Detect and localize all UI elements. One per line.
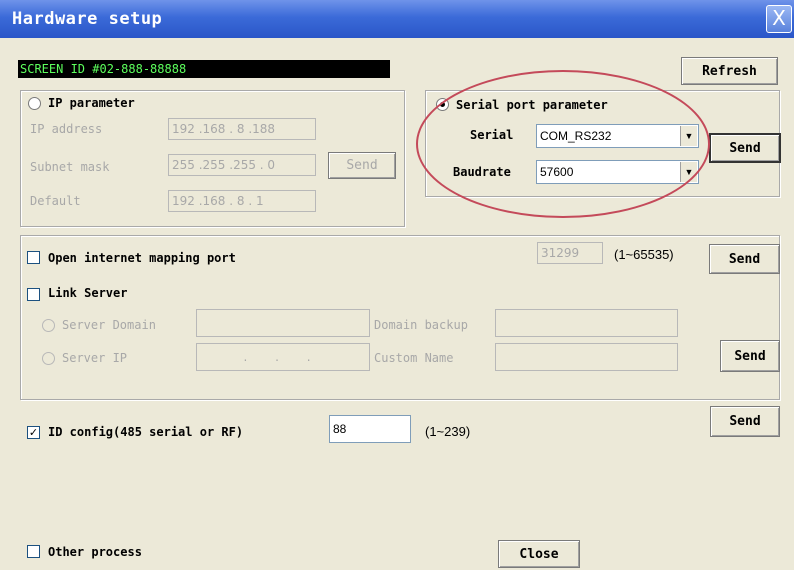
screen-id-text: SCREEN ID #02-888-88888 [20,62,187,76]
window-title: Hardware setup [12,9,163,29]
default-gateway-value: 192 .168 . 8 . 1 [172,194,264,208]
serial-send-button[interactable]: Send [709,133,781,163]
server-ip-radio[interactable] [42,352,55,365]
ip-parameter-radio[interactable] [28,97,41,110]
domain-backup-label: Domain backup [374,318,468,332]
server-domain-radio[interactable] [42,319,55,332]
id-config-range: (1~239) [425,424,471,439]
link-server-checkbox[interactable] [27,288,40,301]
subnet-mask-value: 255 .255 .255 . 0 [172,158,276,172]
ip-send-button[interactable]: Send [328,152,396,179]
other-process-checkbox[interactable] [27,545,40,558]
refresh-button[interactable]: Refresh [681,57,778,85]
close-button[interactable]: Close [498,540,580,568]
close-icon: X [772,6,786,30]
domain-backup-field[interactable] [495,309,678,337]
id-config-label: ID config(485 serial or RF) [48,425,244,439]
mapping-port-checkbox[interactable] [27,251,40,264]
highlight-ellipse [416,70,710,218]
mapping-port-label: Open internet mapping port [48,251,236,265]
ip-address-label: IP address [30,122,103,136]
mapping-port-field[interactable]: 31299 [537,242,603,264]
ip-address-field[interactable]: 192 .168 . 8 .188 [168,118,316,140]
server-ip-value: . . . [243,350,323,364]
custom-name-field[interactable] [495,343,678,371]
other-process-label: Other process [48,545,142,559]
id-config-field[interactable]: 88 [329,415,411,443]
mapping-send-button[interactable]: Send [709,244,780,274]
screen-id-display: SCREEN ID #02-888-88888 [18,60,390,78]
link-server-send-button[interactable]: Send [720,340,780,372]
close-window-button[interactable]: X [766,5,792,33]
default-gateway-field[interactable]: 192 .168 . 8 . 1 [168,190,316,212]
ip-address-value: 192 .168 . 8 .188 [172,122,276,136]
subnet-mask-label: Subnet mask [30,160,110,174]
server-ip-field[interactable]: . . . [196,343,370,371]
mapping-port-range: (1~65535) [614,247,674,262]
server-domain-field[interactable] [196,309,370,337]
id-config-checkbox[interactable]: ✓ [27,426,40,439]
id-config-value: 88 [333,422,347,436]
mapping-port-value: 31299 [541,246,580,260]
custom-name-label: Custom Name [374,351,454,365]
default-gateway-label: Default [30,194,81,208]
ip-parameter-label: IP parameter [48,96,135,110]
server-ip-label: Server IP [62,351,128,365]
link-server-label: Link Server [48,286,128,300]
subnet-mask-field[interactable]: 255 .255 .255 . 0 [168,154,316,176]
id-config-send-button[interactable]: Send [710,406,780,437]
server-domain-label: Server Domain [62,318,156,332]
